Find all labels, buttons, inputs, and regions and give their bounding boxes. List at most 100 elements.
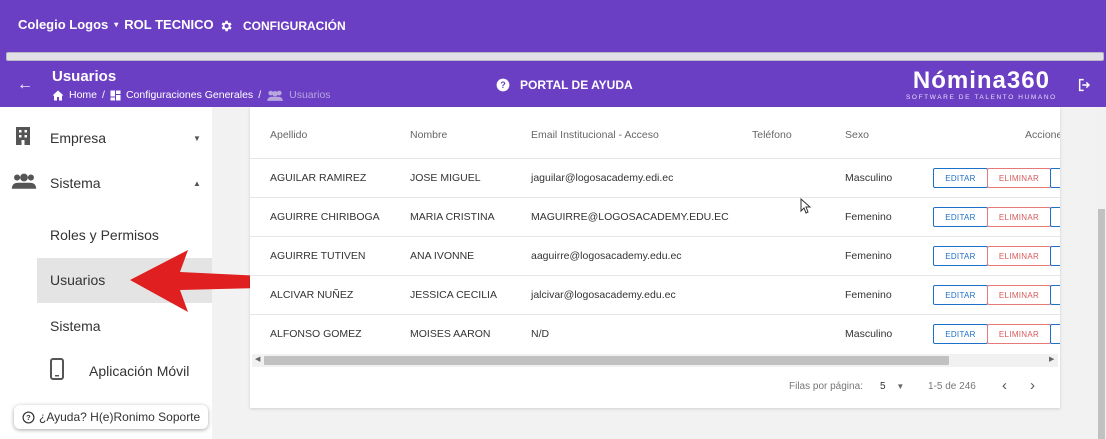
breadcrumb-home[interactable]: Home [69,89,97,101]
rows-per-page-label: Filas por página: [789,381,863,392]
question-circle-icon: ? [496,78,510,92]
delete-button[interactable]: ELIMINAR [987,168,1051,188]
brand-logo: Nómina360 SOFTWARE DE TALENTO HUMANO [906,67,1057,102]
sidebar-item-sistema-group[interactable]: Sistema ▲ [0,171,212,195]
cell-sexo: Masculino [845,172,893,184]
sidebar-item-empresa[interactable]: Empresa ▼ [0,126,212,150]
page-title: Usuarios [52,68,117,85]
top-bar: Colegio Logos ▾ ROL TECNICO CONFIGURACIÓ… [0,0,1106,52]
column-header-telefono[interactable]: Teléfono [752,129,792,141]
more-action-button[interactable] [1050,324,1060,344]
question-circle-icon: ? [22,410,35,424]
cell-apellido: AGUIRRE CHIRIBOGA [270,211,380,223]
chevron-down-icon: ▾ [114,20,119,29]
caret-down-icon: ▼ [193,133,201,143]
loading-bar [6,52,1104,61]
breadcrumb-config[interactable]: Configuraciones Generales [126,89,253,101]
caret-up-icon: ▲ [193,178,201,188]
sidebar-item-app-movil[interactable]: Aplicación Móvil [0,357,212,385]
prev-page-icon[interactable]: ‹ [1002,377,1007,394]
cell-sexo: Femenino [845,289,892,301]
phone-icon [45,357,69,385]
cell-nombre: ANA IVONNE [410,250,475,262]
delete-button[interactable]: ELIMINAR [987,246,1051,266]
edit-button[interactable]: EDITAR [933,285,988,305]
building-icon [11,126,35,151]
more-action-button[interactable] [1050,285,1060,305]
edit-button[interactable]: EDITAR [933,207,988,227]
cell-apellido: ALCIVAR NUÑEZ [270,289,354,301]
column-header-acciones: Accione [1025,129,1060,141]
row-divider [250,158,1060,159]
logout-icon[interactable] [1077,77,1093,96]
cell-nombre: JESSICA CECILIA [410,289,497,301]
column-header-apellido[interactable]: Apellido [270,129,307,141]
people-icon [11,173,37,194]
row-divider [250,275,1060,276]
mouse-cursor-icon [800,198,811,214]
edit-button[interactable]: EDITAR [933,324,988,344]
people-icon [267,90,283,101]
cell-apellido: AGUILAR RAMIREZ [270,172,367,184]
breadcrumb-sep: / [102,89,105,101]
breadcrumb-current: Usuarios [289,89,331,101]
pagination-range: 1-5 de 246 [928,381,976,392]
more-action-button[interactable] [1050,168,1060,188]
rows-per-page-select[interactable]: 5 ▼ [880,381,904,392]
next-page-icon[interactable]: › [1030,377,1035,394]
edit-button[interactable]: EDITAR [933,246,988,266]
cell-email: N/D [531,328,550,340]
brand-tagline: SOFTWARE DE TALENTO HUMANO [906,94,1057,101]
cell-apellido: ALFONSO GOMEZ [270,328,362,340]
users-table-card: Apellido Nombre Email Institucional - Ac… [250,107,1060,408]
back-arrow-icon[interactable]: ← [17,76,33,94]
help-portal-label: PORTAL DE AYUDA [520,78,633,92]
edit-button[interactable]: EDITAR [933,168,988,188]
vertical-scrollbar[interactable] [1097,107,1106,439]
cell-email: MAGUIRRE@LOGOSACADEMY.EDU.EC [531,211,729,223]
config-label: CONFIGURACIÓN [243,19,346,33]
sidebar-item-label: Sistema [50,175,101,191]
caret-down-icon: ▼ [896,382,905,391]
scroll-left-icon[interactable]: ◀ [255,355,260,363]
cell-sexo: Femenino [845,250,892,262]
column-header-nombre[interactable]: Nombre [410,129,447,141]
vertical-scroll-thumb[interactable] [1098,209,1105,439]
sidebar-item-sistema[interactable]: Sistema [0,314,212,338]
config-button[interactable]: CONFIGURACIÓN [219,19,346,33]
role-label: ROL TECNICO [124,17,214,32]
dashboard-icon [110,90,121,100]
column-header-sexo[interactable]: Sexo [845,129,869,141]
cell-sexo: Masculino [845,328,893,340]
row-divider [250,314,1060,315]
scroll-right-icon[interactable]: ▶ [1049,355,1054,363]
sidebar-item-label: Empresa [50,130,107,146]
breadcrumb: Home / Configuraciones Generales / Usuar… [52,89,331,101]
delete-button[interactable]: ELIMINAR [987,285,1051,305]
delete-button[interactable]: ELIMINAR [987,207,1051,227]
org-selector[interactable]: Colegio Logos ▾ ROL TECNICO [18,17,214,32]
cell-email: jaguilar@logosacademy.edi.ec [531,172,674,184]
horizontal-scrollbar[interactable]: ◀ ▶ [252,354,1058,367]
column-header-email[interactable]: Email Institucional - Acceso [531,129,659,141]
sidebar-item-label: Usuarios [50,272,106,288]
sidebar-item-label: Roles y Permisos [50,227,159,243]
horizontal-scroll-thumb[interactable] [264,356,949,365]
cell-nombre: JOSE MIGUEL [410,172,481,184]
row-divider [250,197,1060,198]
delete-button[interactable]: ELIMINAR [987,324,1051,344]
brand-name: Nómina360 [912,67,1050,94]
home-icon [52,90,64,100]
rows-per-page-value: 5 [880,381,886,392]
more-action-button[interactable] [1050,246,1060,266]
more-action-button[interactable] [1050,207,1060,227]
help-portal-button[interactable]: ? PORTAL DE AYUDA [496,78,633,92]
cell-sexo: Femenino [845,211,892,223]
sidebar-item-roles[interactable]: Roles y Permisos [0,223,212,247]
cell-apellido: AGUIRRE TUTIVEN [270,250,366,262]
cell-nombre: MOISES AARON [410,328,491,340]
support-help-label: ¿Ayuda? H(e)Ronimo Soporte [39,410,201,424]
support-help-button[interactable]: ? ¿Ayuda? H(e)Ronimo Soporte [14,405,209,429]
sidebar-item-label: Sistema [50,318,101,334]
cell-email: aaguirre@logosacademy.edu.ec [531,250,682,262]
